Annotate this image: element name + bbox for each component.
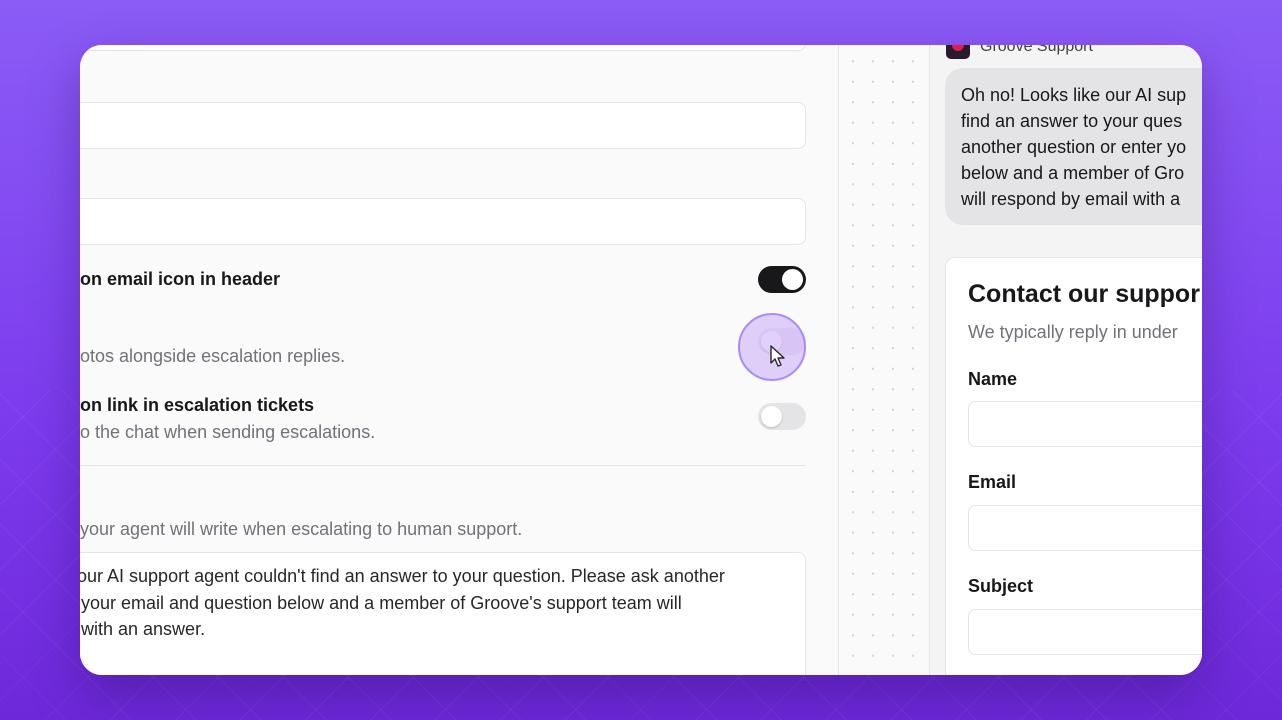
contact-title: Contact our suppor <box>968 280 1200 308</box>
settings-input-1[interactable] <box>80 102 806 149</box>
bubble-line: below and a member of Gro <box>961 163 1185 183</box>
name-label: Name <box>968 369 1018 389</box>
contact-subtitle: We typically reply in under <box>968 322 1178 342</box>
toggle-knob <box>782 269 803 290</box>
section-divider <box>80 465 806 466</box>
email-label: Email <box>968 472 1017 492</box>
email-input[interactable] <box>968 505 1202 551</box>
escalation-message-line: with an answer. <box>81 619 206 639</box>
settings-panel: on email icon in header otos alongside e… <box>80 45 838 675</box>
escalation-message-line: your email and question below and a memb… <box>81 592 682 613</box>
conversation-link-toggle[interactable] <box>758 403 806 430</box>
conversation-link-toggle-description: o the chat when sending escalations. <box>80 422 376 442</box>
dotted-separator <box>838 45 930 675</box>
subject-label: Subject <box>968 576 1034 596</box>
groove-logo-icon <box>946 45 970 59</box>
photos-toggle-description: otos alongside escalation replies. <box>80 346 346 366</box>
escalation-message-line: our AI support agent couldn't find an an… <box>80 566 725 586</box>
escalation-message-description: your agent will write when escalating to… <box>80 519 523 539</box>
bubble-line: another question or enter yo <box>961 137 1187 157</box>
mouse-cursor-icon <box>770 345 785 367</box>
bubble-line: will respond by email with a <box>961 189 1181 209</box>
chat-message-bubble: Oh no! Looks like our AI sup find an ans… <box>945 68 1202 225</box>
email-icon-toggle[interactable] <box>758 266 806 293</box>
toggle-knob <box>761 406 782 427</box>
contact-form-card: Contact our suppor We typically reply in… <box>945 257 1202 675</box>
settings-input-top[interactable] <box>80 45 806 51</box>
app-window: on email icon in header otos alongside e… <box>80 45 1202 675</box>
settings-input-2[interactable] <box>80 198 806 245</box>
brand-name: Groove Support <box>980 45 1093 55</box>
name-input[interactable] <box>968 401 1202 447</box>
conversation-link-toggle-title: on link in escalation tickets <box>80 395 315 415</box>
bubble-line: find an answer to your ques <box>961 111 1183 131</box>
email-icon-toggle-title: on email icon in header <box>80 269 281 289</box>
bubble-line: Oh no! Looks like our AI sup <box>961 85 1187 105</box>
subject-input[interactable] <box>968 609 1202 655</box>
chat-preview-panel: Groove Support Oh no! Looks like our AI … <box>930 45 1202 675</box>
chat-header: Groove Support <box>946 45 1093 59</box>
escalation-message-textarea[interactable]: our AI support agent couldn't find an an… <box>80 552 806 675</box>
